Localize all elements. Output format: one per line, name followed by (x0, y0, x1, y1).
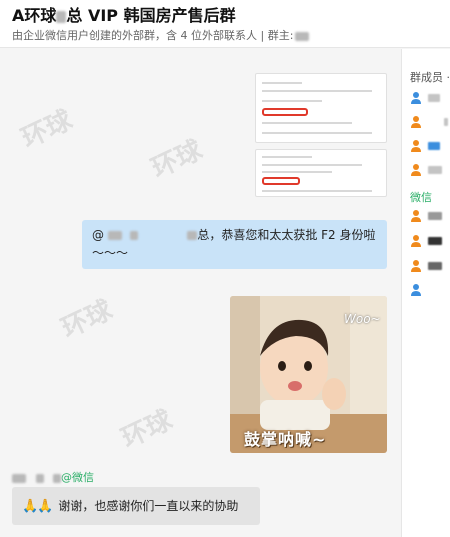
watermark: 环球 (147, 135, 207, 185)
member-avatar-icon (411, 235, 421, 247)
sender-label: @微信 (12, 469, 94, 485)
watermark: 环球 (17, 105, 77, 155)
redacted-name (53, 473, 61, 483)
message-text: 谢谢，也感谢你们一直以来的协助 (58, 499, 239, 513)
image-line (262, 190, 372, 192)
redacted-name (444, 118, 448, 126)
member-item[interactable] (410, 259, 450, 273)
outgoing-message-bubble[interactable]: @ 总，恭喜您和太太获批 F2 身份啦～～～ (82, 220, 387, 269)
redacted-name (428, 212, 442, 220)
member-item[interactable] (410, 115, 450, 129)
member-item[interactable] (410, 139, 450, 153)
mention-at: @ (92, 228, 104, 242)
image-line (262, 90, 372, 92)
image-line (262, 156, 312, 158)
redacted-name (12, 473, 26, 483)
praying-hands-icon: 🙏🙏 (22, 499, 53, 514)
screenshot-image[interactable] (255, 149, 387, 197)
member-avatar-icon (411, 164, 421, 176)
member-avatar-icon (411, 210, 421, 222)
highlight-box (262, 177, 300, 185)
watermark: 环球 (57, 295, 117, 345)
redacted-name (428, 237, 442, 245)
redacted-name (428, 94, 440, 102)
sticker-woo-text: Woo~ (344, 312, 381, 326)
redacted-name (428, 142, 440, 150)
group-title: A环球总 VIP 韩国房产售后群 (12, 6, 438, 26)
group-title-suffix: 总 VIP 韩国房产售后群 (66, 6, 236, 25)
screenshot-image[interactable] (255, 73, 387, 143)
member-avatar-icon (411, 92, 421, 104)
sticker-caption: 鼓掌呐喊~ (244, 430, 327, 449)
image-line (262, 132, 372, 134)
member-item[interactable] (410, 283, 450, 297)
image-line (262, 122, 352, 124)
member-list-title: 群成员 · 9 (410, 71, 450, 84)
incoming-message-bubble[interactable]: 🙏🙏 谢谢，也感谢你们一直以来的协助 (12, 487, 260, 525)
member-item[interactable] (410, 234, 450, 248)
group-title-prefix: A环球 (12, 6, 57, 25)
redacted-name (187, 231, 198, 240)
group-subtitle-text: 由企业微信用户创建的外部群，含 4 位外部联系人 | 群主: (12, 29, 294, 42)
redacted-name (129, 231, 138, 240)
image-line (262, 100, 322, 102)
highlight-box (262, 108, 308, 116)
redacted-name (56, 10, 67, 23)
watermark: 环球 (117, 405, 177, 455)
sticker-image[interactable]: Woo~ 鼓掌呐喊~ (230, 296, 387, 453)
image-line (262, 164, 362, 166)
image-line (262, 82, 302, 84)
member-avatar-icon (411, 140, 421, 152)
member-item[interactable] (410, 163, 450, 177)
member-avatar-icon (411, 116, 421, 128)
chat-header: A环球总 VIP 韩国房产售后群 由企业微信用户创建的外部群，含 4 位外部联系… (0, 0, 450, 48)
member-sidebar: 群成员 · 9 微信 (401, 49, 450, 537)
member-avatar-icon (411, 260, 421, 272)
member-item[interactable] (410, 91, 450, 105)
image-line (262, 171, 332, 173)
redacted-owner (295, 31, 310, 41)
member-item[interactable] (410, 209, 450, 223)
redacted-name (428, 262, 442, 270)
wechat-tag: @微信 (61, 471, 94, 484)
group-subtitle: 由企业微信用户创建的外部群，含 4 位外部联系人 | 群主: (12, 28, 438, 44)
member-avatar-icon (411, 284, 421, 296)
redacted-name (107, 231, 122, 240)
message-list[interactable]: 环球 环球 环球 环球 @ 总，恭喜您和太太获批 F2 身份啦～～～ Woo~ … (0, 49, 400, 537)
redacted-name (428, 166, 442, 174)
redacted-name (35, 473, 44, 483)
member-section-wechat: 微信 (410, 191, 432, 204)
